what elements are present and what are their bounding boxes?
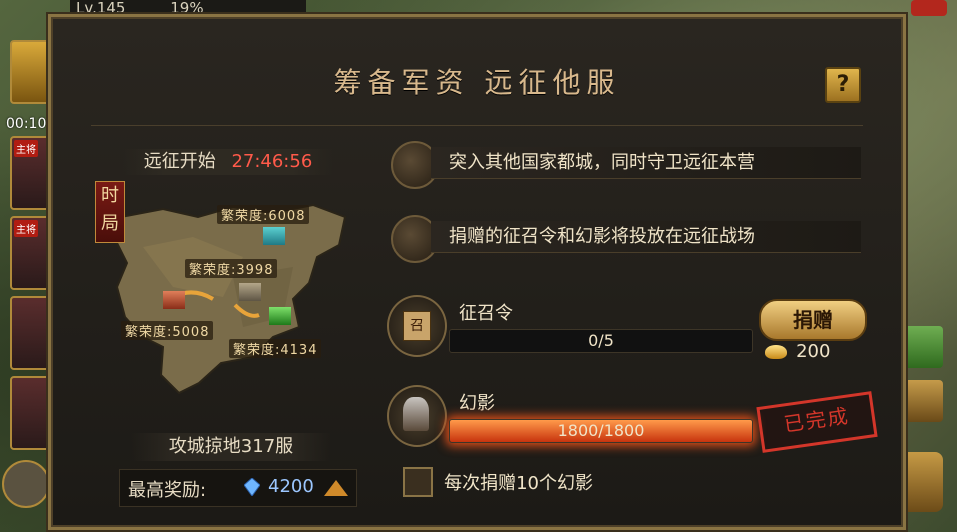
general-avatar-4[interactable] — [10, 376, 52, 450]
server-name: 攻城掠地317服 — [131, 433, 331, 461]
general-avatar-2[interactable]: 主将 — [10, 216, 52, 290]
expedition-label: 远征开始 — [143, 151, 216, 172]
prosperity-label: 繁荣度:4134 — [229, 339, 322, 358]
prosperity-label: 繁荣度:6008 — [217, 205, 310, 224]
task-text: 突入其他国家都城，同时守卫远征本营 — [431, 147, 861, 179]
right-hud — [897, 0, 957, 532]
donate-10-checkbox[interactable] — [403, 467, 433, 497]
general-tag: 主将 — [14, 220, 38, 237]
gold-cost: 200 — [765, 341, 830, 362]
gold-cost-value: 200 — [796, 341, 831, 362]
reward-label: 最高奖励: — [128, 480, 207, 501]
expedition-countdown: 远征开始 27:46:56 — [123, 149, 333, 175]
task-row: 突入其他国家都城，同时守卫远征本营 — [391, 141, 861, 189]
map-panel: 远征开始 27:46:56 时局 繁荣度:6008 繁荣度:3998 繁荣度:5… — [93, 135, 363, 507]
castle-icon[interactable] — [269, 307, 291, 325]
general-avatar-3[interactable] — [10, 296, 52, 370]
donate-button[interactable]: 捐赠 — [759, 299, 867, 341]
progress-text: 1800/1800 — [557, 421, 645, 440]
gold-ingot-icon — [765, 344, 787, 359]
dialog-title: 筹备军资 远征他服 — [333, 66, 621, 99]
conscription-progress: 0/5 — [449, 329, 753, 353]
phantom-row: 幻影 1800/1800 已完成 — [387, 385, 878, 455]
help-button[interactable]: ? — [825, 67, 861, 103]
donate-10-option[interactable]: 每次捐赠10个幻影 — [403, 467, 593, 497]
conscription-order-icon: 召 — [387, 295, 447, 357]
countdown-timer: 27:46:56 — [231, 151, 313, 172]
close-hud-button[interactable] — [911, 0, 947, 16]
chat-button[interactable] — [2, 460, 50, 508]
progress-text: 0/5 — [588, 331, 614, 350]
conscription-row: 召 征召令 0/5 捐赠 200 — [387, 295, 867, 365]
side-action-button-1[interactable] — [903, 326, 943, 368]
general-tag: 主将 — [14, 140, 38, 157]
diamond-icon — [244, 478, 260, 496]
general-avatar-1[interactable]: 主将 — [10, 136, 52, 210]
task-text: 捐赠的征召令和幻影将投放在远征战场 — [431, 221, 861, 253]
max-reward: 最高奖励: 4200 — [119, 469, 357, 507]
quest-scroll-button[interactable] — [10, 40, 52, 104]
left-hud: 00:10 主将 主将 — [0, 0, 52, 532]
phantom-general-icon — [387, 385, 447, 447]
item-name: 征召令 — [459, 303, 513, 324]
game-clock: 00:10 — [6, 116, 47, 132]
expedition-dialog: 筹备军资 远征他服 ? 远征开始 27:46:56 时局 繁荣度:6008 繁荣… — [48, 14, 906, 530]
reward-value: 4200 — [268, 476, 314, 497]
expand-arrow-icon[interactable] — [324, 480, 348, 496]
season-badge: 时局 — [95, 181, 125, 243]
task-row: 捐赠的征召令和幻影将投放在远征战场 — [391, 215, 861, 263]
order-glyph: 召 — [403, 311, 431, 341]
prosperity-label: 繁荣度:3998 — [185, 259, 278, 278]
checkbox-label: 每次捐赠10个幻影 — [444, 473, 593, 494]
castle-icon[interactable] — [163, 291, 185, 309]
castle-icon[interactable] — [263, 227, 285, 245]
prosperity-label: 繁荣度:5008 — [121, 321, 214, 340]
title-divider — [91, 125, 863, 126]
phantom-progress: 1800/1800 — [449, 419, 753, 443]
completed-stamp: 已完成 — [756, 391, 878, 453]
castle-icon[interactable] — [239, 283, 261, 301]
side-action-button-2[interactable] — [903, 380, 943, 422]
item-name: 幻影 — [459, 393, 495, 414]
